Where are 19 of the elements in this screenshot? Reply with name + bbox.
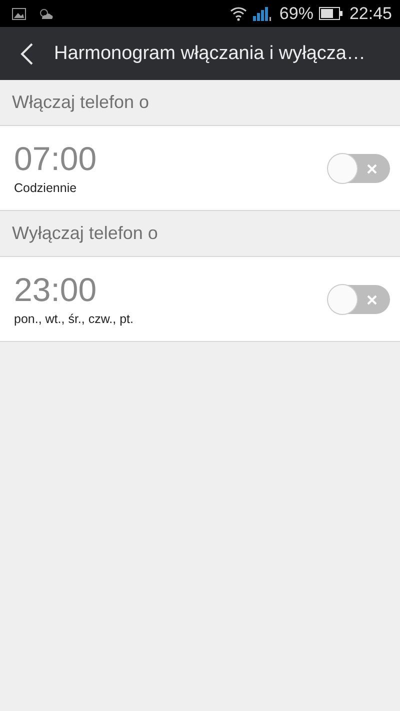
image-icon	[12, 8, 26, 20]
toggle-switch[interactable]	[328, 154, 390, 182]
wifi-icon	[230, 6, 248, 21]
cross-icon	[367, 164, 377, 174]
repeat-days: Codziennie	[14, 181, 328, 196]
schedule-time[interactable]: 07:00	[14, 140, 328, 178]
battery-icon	[319, 7, 344, 20]
screen-title: Harmonogram włączania i wyłącza…	[54, 42, 366, 64]
schedule-time[interactable]: 23:00	[14, 272, 328, 308]
back-icon[interactable]	[20, 42, 34, 66]
section-header: Włączaj telefon o	[12, 92, 150, 113]
toggle-switch[interactable]	[328, 284, 390, 314]
clock: 22:45	[349, 4, 392, 24]
repeat-days: pon., wt., śr., czw., pt.	[14, 312, 328, 326]
battery-percent: 69%	[279, 4, 314, 24]
section-header: Wyłączaj telefon o	[12, 223, 158, 244]
cross-icon	[367, 294, 377, 304]
weather-icon	[38, 8, 54, 20]
signal-icon	[253, 6, 274, 20]
